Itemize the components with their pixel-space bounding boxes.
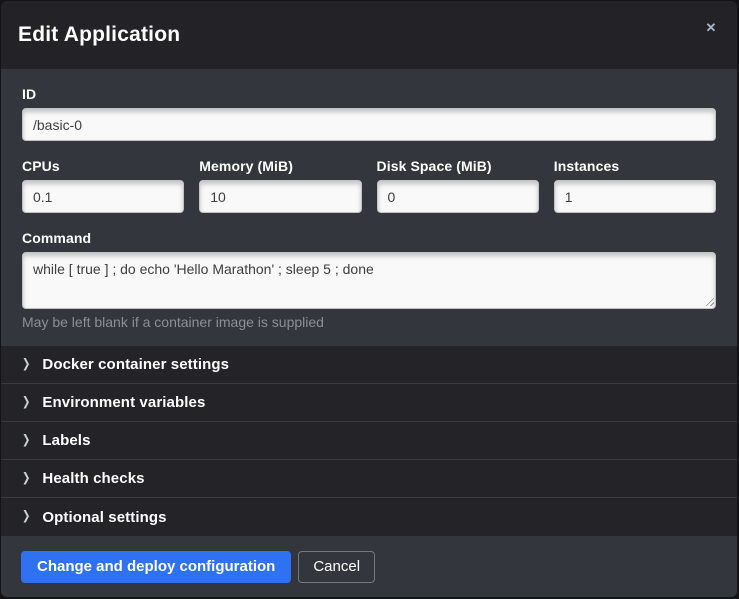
cancel-button[interactable]: Cancel	[298, 551, 375, 583]
disk-space-input[interactable]	[377, 180, 539, 213]
edit-application-modal: Edit Application ✕ ID CPUs Memory (MiB) …	[1, 1, 737, 597]
command-field-group: Command while [ true ] ; do echo 'Hello …	[22, 230, 716, 346]
chevron-right-icon: ❯	[22, 511, 30, 524]
memory-input[interactable]	[199, 180, 361, 213]
section-optional-settings[interactable]: ❯ Optional settings	[1, 498, 737, 536]
modal-header: Edit Application ✕	[1, 1, 737, 69]
section-health-checks[interactable]: ❯ Health checks	[1, 460, 737, 498]
command-help-text: May be left blank if a container image i…	[22, 314, 716, 346]
memory-label: Memory (MiB)	[199, 158, 361, 174]
section-label: Health checks	[42, 470, 144, 487]
section-label: Environment variables	[42, 394, 205, 411]
command-label: Command	[22, 230, 716, 246]
change-and-deploy-button[interactable]: Change and deploy configuration	[21, 551, 291, 583]
modal-footer: Change and deploy configuration Cancel	[1, 536, 737, 597]
command-textarea-wrap: while [ true ] ; do echo 'Hello Marathon…	[22, 252, 716, 309]
chevron-right-icon: ❯	[22, 358, 30, 371]
chevron-right-icon: ❯	[22, 434, 30, 447]
instances-field-group: Instances	[554, 158, 716, 213]
id-field-group: ID	[22, 86, 716, 141]
disk-space-field-group: Disk Space (MiB)	[377, 158, 539, 213]
id-label: ID	[22, 86, 716, 102]
page-title: Edit Application	[18, 23, 180, 47]
section-label: Docker container settings	[42, 356, 229, 373]
section-docker-container-settings[interactable]: ❯ Docker container settings	[1, 346, 737, 384]
section-label: Optional settings	[42, 509, 166, 526]
section-labels[interactable]: ❯ Labels	[1, 422, 737, 460]
memory-field-group: Memory (MiB)	[199, 158, 361, 213]
disk-space-label: Disk Space (MiB)	[377, 158, 539, 174]
section-label: Labels	[42, 432, 90, 449]
application-form: ID CPUs Memory (MiB) Disk Space (MiB) In…	[1, 69, 737, 346]
resource-fields-row: CPUs Memory (MiB) Disk Space (MiB) Insta…	[22, 158, 716, 213]
close-icon[interactable]: ✕	[701, 18, 721, 38]
cpus-input[interactable]	[22, 180, 184, 213]
chevron-right-icon: ❯	[22, 396, 30, 409]
chevron-right-icon: ❯	[22, 472, 30, 485]
command-textarea[interactable]: while [ true ] ; do echo 'Hello Marathon…	[22, 252, 716, 309]
instances-input[interactable]	[554, 180, 716, 213]
cpus-label: CPUs	[22, 158, 184, 174]
cpus-field-group: CPUs	[22, 158, 184, 213]
accordion-sections: ❯ Docker container settings ❯ Environmen…	[1, 346, 737, 536]
instances-label: Instances	[554, 158, 716, 174]
section-environment-variables[interactable]: ❯ Environment variables	[1, 384, 737, 422]
id-input[interactable]	[22, 108, 716, 141]
